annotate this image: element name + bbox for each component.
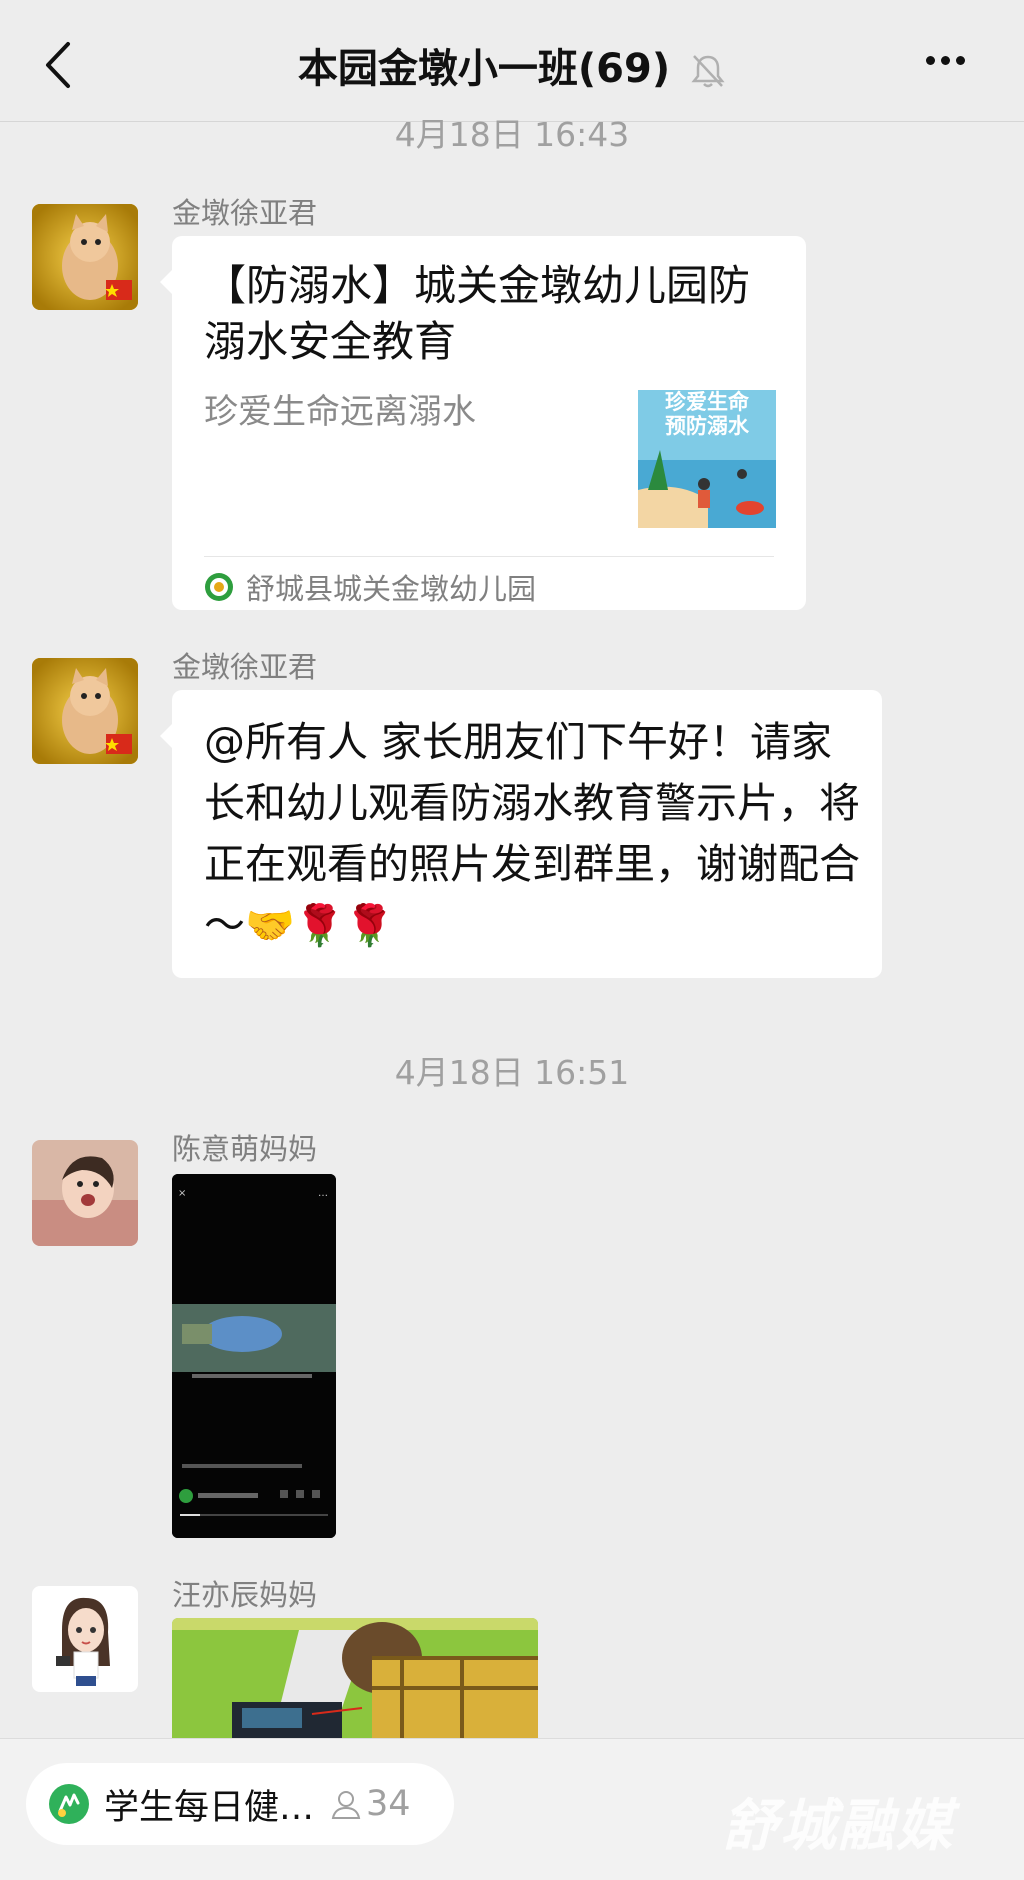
svg-text:×: × [178, 1188, 186, 1199]
timestamp: 4月18日 16:43 [394, 115, 630, 154]
timestamp: 4月18日 16:51 [394, 1053, 630, 1092]
kindergarten-logo-icon [205, 573, 233, 601]
participant-count: 34 [366, 1784, 411, 1824]
avatar-child[interactable] [32, 1140, 138, 1246]
avatar-cartoon-girl[interactable] [32, 1586, 138, 1692]
more-dots-icon [926, 56, 935, 65]
svg-text:…: … [318, 1188, 328, 1199]
photo-image[interactable] [172, 1618, 538, 1738]
card-description: 珍爱生命远离溺水 [204, 392, 476, 432]
thumb-text-2: 预防溺水 [665, 414, 749, 438]
user-icon [331, 1791, 361, 1819]
mute-bell-icon [691, 55, 725, 88]
message-text: @所有人 家长朋友们下午好！请家长和幼儿观看防溺水教育警示片，将正在观看的照片发… [204, 718, 860, 949]
sender-name: 金墩徐亚君 [172, 650, 318, 684]
mini-program-label: 学生每日健… [104, 1787, 315, 1828]
link-card-bubble[interactable]: 【防溺水】城关金墩幼儿园防溺水安全教育 珍爱生命远离溺水 珍爱生命 预防溺水 舒… [160, 236, 806, 610]
chat-title: 本园金墩小一班(69) [297, 46, 671, 92]
emoji-handshake-roses: 🤝🌹🌹 [245, 903, 395, 949]
avatar-cat[interactable] [32, 204, 138, 310]
card-title: 【防溺水】城关金墩幼儿园防溺水安全教育 [204, 261, 751, 366]
card-divider [204, 556, 774, 557]
text-message-bubble[interactable]: @所有人 家长朋友们下午好！请家长和幼儿观看防溺水教育警示片，将正在观看的照片发… [160, 690, 882, 978]
bottom-bar: 学生每日健… 34 舒城融媒 [0, 1738, 1024, 1880]
avatar-cat[interactable] [32, 658, 138, 764]
chat-header: 本园金墩小一班(69) [0, 0, 1024, 122]
video-screenshot-image[interactable]: × … [172, 1174, 336, 1538]
sender-name: 汪亦辰妈妈 [172, 1578, 318, 1612]
thumb-text-1: 珍爱生命 [665, 390, 749, 414]
mini-program-icon [49, 1784, 89, 1824]
sender-name: 陈意萌妈妈 [172, 1132, 318, 1166]
sender-name: 金墩徐亚君 [172, 196, 318, 230]
watermark: 舒城融媒 [722, 1794, 954, 1859]
card-thumbnail: 珍爱生命 预防溺水 [638, 390, 776, 528]
mini-program-pill[interactable]: 学生每日健… 34 [26, 1763, 454, 1845]
card-source-label: 舒城县城关金墩幼儿园 [246, 572, 537, 606]
more-button[interactable] [926, 50, 976, 70]
card-source: 舒城县城关金墩幼儿园 [204, 566, 536, 608]
chat-title-wrap[interactable]: 本园金墩小一班(69) [0, 36, 1024, 94]
